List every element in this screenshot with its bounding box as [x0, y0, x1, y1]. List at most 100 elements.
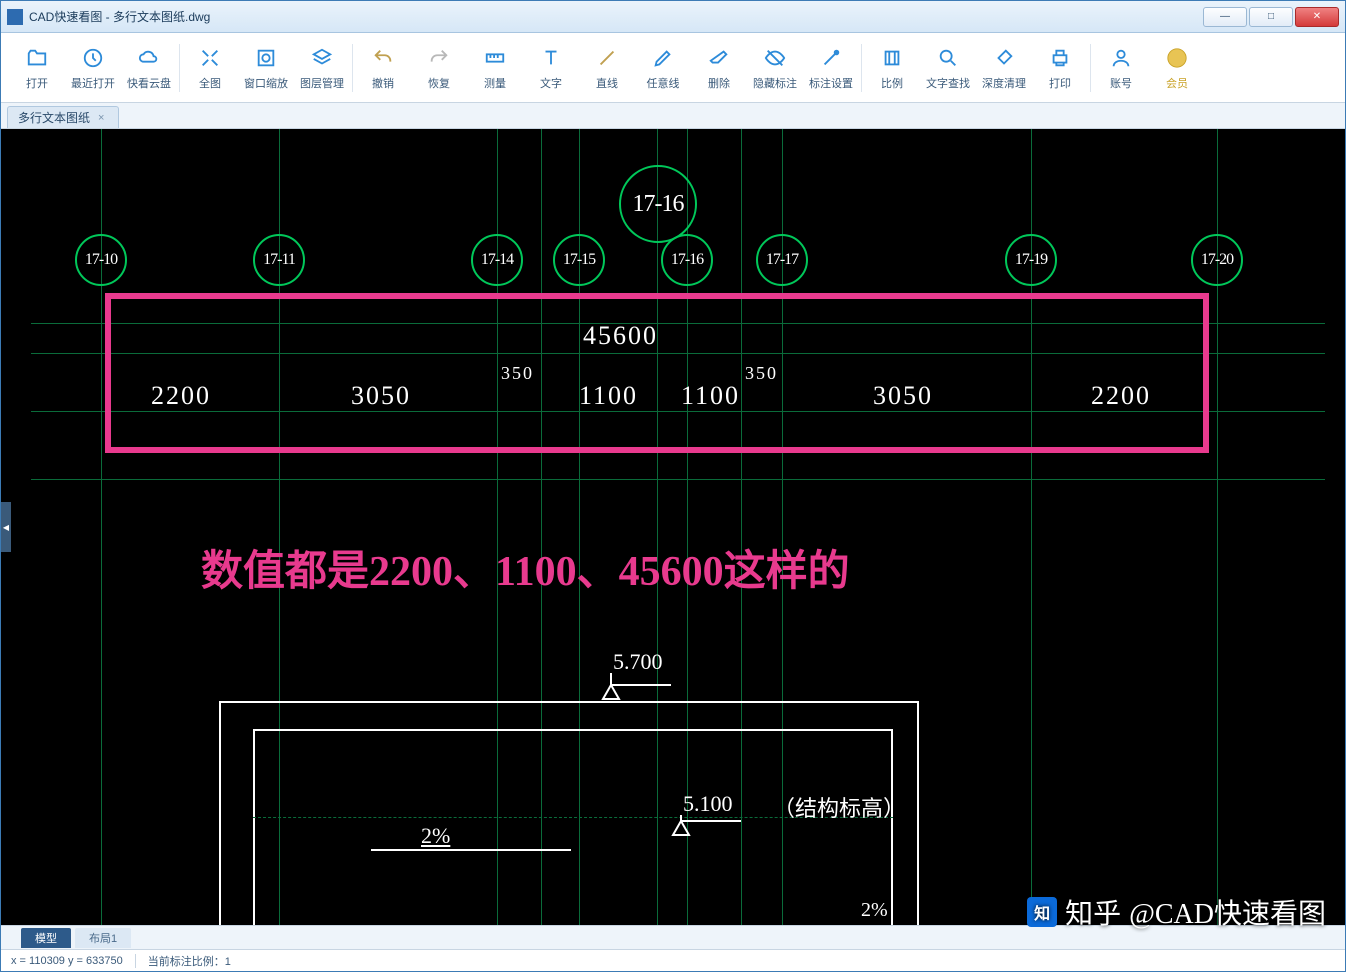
grid-bubble: 17-20	[1191, 234, 1243, 286]
close-button[interactable]: ✕	[1295, 7, 1339, 27]
clock-icon	[80, 45, 106, 71]
maximize-button[interactable]: □	[1249, 7, 1293, 27]
dimension-text: 2200	[1091, 381, 1151, 411]
minimize-button[interactable]: —	[1203, 7, 1247, 27]
tabstrip: 多行文本图纸 ×	[1, 103, 1345, 129]
grid-bubble: 17-11	[253, 234, 305, 286]
elevation-text: 5.100	[683, 791, 733, 817]
layout-tab[interactable]: 布局1	[75, 928, 131, 948]
separator	[1090, 44, 1091, 92]
user-icon	[1108, 45, 1134, 71]
undo-button[interactable]: 撤销	[355, 36, 411, 100]
scale-readout: 当前标注比例：1	[148, 953, 231, 969]
app-window: CAD快速看图 - 多行文本图纸.dwg — □ ✕ 打开 最近打开 快看云盘 …	[0, 0, 1346, 972]
redo-icon	[426, 45, 452, 71]
expand-icon	[197, 45, 223, 71]
deepclear-button[interactable]: 深度清理	[976, 36, 1032, 100]
textsearch-button[interactable]: 文字查找	[920, 36, 976, 100]
ratio-icon	[879, 45, 905, 71]
window-controls: — □ ✕	[1203, 7, 1339, 27]
dimension-text: 3050	[351, 381, 411, 411]
section-line	[253, 729, 893, 731]
tab-close-icon[interactable]: ×	[98, 112, 104, 124]
elevation-text: 5.700	[613, 649, 663, 675]
delete-button[interactable]: 删除	[691, 36, 747, 100]
layer-button[interactable]: 图层管理	[294, 36, 350, 100]
print-icon	[1047, 45, 1073, 71]
eraser-icon	[706, 45, 732, 71]
gridline	[541, 129, 542, 925]
toolbar: 打开 最近打开 快看云盘 全图 窗口缩放 图层管理 撤销 恢复 测量 文字 直线…	[1, 33, 1345, 103]
annotation-text: 数值都是2200、1100、45600这样的	[201, 537, 850, 598]
gridline	[31, 479, 1325, 480]
slope-line	[371, 849, 571, 851]
line-button[interactable]: 直线	[579, 36, 635, 100]
tab-label: 多行文本图纸	[18, 109, 90, 126]
gridline	[741, 129, 742, 925]
hide-anno-button[interactable]: 隐藏标注	[747, 36, 803, 100]
line-icon	[594, 45, 620, 71]
elevation-marker-icon	[671, 815, 751, 839]
cloud-icon	[136, 45, 162, 71]
watermark: 知 知乎 @CAD快速看图	[1027, 892, 1326, 932]
dimension-text: 2200	[151, 381, 211, 411]
grid-bubble: 17-19	[1005, 234, 1057, 286]
grid-bubble: 17-10	[75, 234, 127, 286]
vip-button[interactable]: 会员	[1149, 36, 1205, 100]
document-tab[interactable]: 多行文本图纸 ×	[7, 106, 119, 128]
section-line	[917, 701, 919, 925]
drawing-canvas[interactable]: ◀ 17-10 17-11 17-14 17-15 17-16	[1, 129, 1345, 925]
separator	[179, 44, 180, 92]
recent-button[interactable]: 最近打开	[65, 36, 121, 100]
grid-bubble: 17-15	[553, 234, 605, 286]
app-icon	[7, 9, 23, 25]
watermark-handle: @CAD快速看图	[1129, 892, 1326, 932]
fullview-button[interactable]: 全图	[182, 36, 238, 100]
elevation-marker-icon	[601, 673, 681, 703]
polyline-button[interactable]: 任意线	[635, 36, 691, 100]
separator	[352, 44, 353, 92]
text-icon	[538, 45, 564, 71]
coords-readout: x = 110309 y = 633750	[11, 955, 123, 967]
cloud-button[interactable]: 快看云盘	[121, 36, 177, 100]
account-button[interactable]: 账号	[1093, 36, 1149, 100]
dimension-text: 350	[501, 363, 534, 384]
statusbar: x = 110309 y = 633750 当前标注比例：1	[1, 949, 1345, 971]
section-line	[253, 729, 255, 925]
pencil-icon	[650, 45, 676, 71]
zhihu-logo-icon: 知	[1027, 897, 1057, 927]
grid-bubble: 17-16	[619, 165, 697, 243]
zoom-window-icon	[253, 45, 279, 71]
winscale-button[interactable]: 窗口缩放	[238, 36, 294, 100]
ratio-button[interactable]: 比例	[864, 36, 920, 100]
grid-bubble: 17-14	[471, 234, 523, 286]
slope-text: 2%	[861, 899, 888, 922]
search-text-icon	[935, 45, 961, 71]
separator	[861, 44, 862, 92]
ruler-icon	[482, 45, 508, 71]
section-line	[891, 729, 893, 925]
dimension-text: 1100	[579, 381, 638, 411]
eye-off-icon	[762, 45, 788, 71]
highlight-box	[105, 293, 1209, 453]
open-button[interactable]: 打开	[9, 36, 65, 100]
titlebar: CAD快速看图 - 多行文本图纸.dwg — □ ✕	[1, 1, 1345, 33]
vip-icon	[1164, 45, 1190, 71]
print-button[interactable]: 打印	[1032, 36, 1088, 100]
anno-settings-button[interactable]: 标注设置	[803, 36, 859, 100]
elevation-label: （结构标高）	[773, 791, 905, 823]
text-button[interactable]: 文字	[523, 36, 579, 100]
broom-icon	[991, 45, 1017, 71]
measure-button[interactable]: 测量	[467, 36, 523, 100]
grid-bubble: 17-16	[661, 234, 713, 286]
model-tab[interactable]: 模型	[21, 928, 71, 948]
folder-icon	[24, 45, 50, 71]
section-line	[219, 701, 221, 925]
dimension-text: 1100	[681, 381, 740, 411]
dimension-text: 45600	[583, 321, 658, 351]
window-title: CAD快速看图 - 多行文本图纸.dwg	[29, 8, 210, 25]
grid-bubble: 17-17	[756, 234, 808, 286]
settings-icon	[818, 45, 844, 71]
redo-button[interactable]: 恢复	[411, 36, 467, 100]
undo-icon	[370, 45, 396, 71]
